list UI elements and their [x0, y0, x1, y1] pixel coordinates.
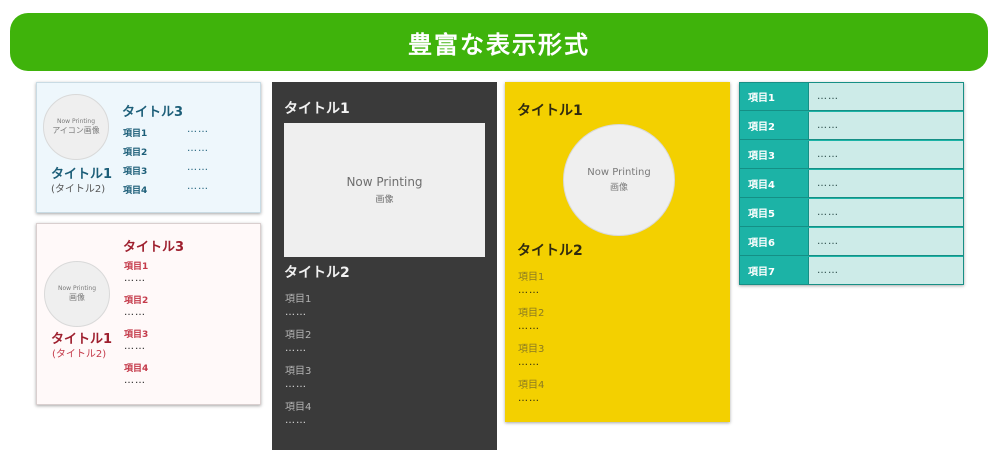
item-value: ……	[285, 415, 307, 426]
placeholder-label: アイコン画像	[52, 126, 100, 135]
row-label: 項目2	[740, 112, 808, 139]
item-label: 項目1	[518, 272, 545, 283]
item-value: ……	[124, 307, 146, 318]
table-row: 項目6 ……	[740, 228, 963, 256]
card-title-3: タイトル3	[122, 105, 184, 120]
table-row: 項目2 ……	[740, 112, 963, 140]
item-label: 項目2	[518, 308, 545, 319]
image-placeholder: Now Printing 画像	[44, 261, 110, 327]
card-title-1: タイトル1	[517, 103, 583, 119]
item-value: ……	[187, 143, 209, 154]
card-subtitle: (タイトル2)	[52, 349, 107, 360]
icon-image-placeholder: Now Printing アイコン画像	[43, 94, 109, 160]
placeholder-caption: Now Printing	[346, 175, 423, 189]
item-label: 項目1	[124, 262, 149, 272]
placeholder-caption: Now Printing	[587, 167, 651, 178]
item-value: ……	[124, 341, 146, 352]
row-value: ……	[808, 112, 963, 139]
item-value: ……	[124, 375, 146, 386]
row-label: 項目7	[740, 257, 808, 284]
item-label: 項目4	[123, 186, 148, 196]
item-value: ……	[518, 285, 540, 296]
row-label: 項目6	[740, 228, 808, 255]
card-subtitle: (タイトル2)	[51, 184, 106, 195]
item-value: ……	[285, 343, 307, 354]
item-label: 項目2	[124, 296, 149, 306]
item-label: 項目4	[518, 380, 545, 391]
item-label: 項目2	[285, 330, 312, 341]
item-value: ……	[285, 307, 307, 318]
item-label: 項目3	[285, 366, 312, 377]
table-row: 項目3 ……	[740, 141, 963, 169]
item-label: 項目1	[285, 294, 312, 305]
row-value: ……	[808, 228, 963, 255]
item-label: 項目2	[123, 148, 148, 158]
card-title-2: タイトル2	[517, 243, 583, 259]
placeholder-label: 画像	[609, 183, 628, 193]
card-title-1: タイトル1	[284, 101, 350, 117]
row-value: ……	[808, 83, 963, 110]
image-placeholder: Now Printing 画像	[284, 123, 485, 257]
item-label: 項目3	[518, 344, 545, 355]
item-label: 項目1	[123, 129, 148, 139]
row-value: ……	[808, 141, 963, 168]
banner-title: 豊富な表示形式	[408, 30, 590, 59]
item-value: ……	[187, 181, 209, 192]
row-value: ……	[808, 199, 963, 226]
placeholder-label: 画像	[69, 293, 85, 302]
placeholder-caption: Now Printing	[57, 285, 97, 292]
item-value: ……	[518, 357, 540, 368]
item-label: 項目4	[124, 364, 149, 374]
card-dark-image: タイトル1 Now Printing 画像 タイトル2 項目1 …… 項目2 ……	[272, 82, 497, 450]
card-yellow-image: タイトル1 Now Printing 画像 タイトル2 項目1 …… 項目2 ……	[505, 82, 730, 422]
card-table-teal: 項目1 …… 項目2 …… 項目3 …… 項目4 …… 項目5 …… 項目6 ……	[739, 82, 964, 285]
item-value: ……	[285, 379, 307, 390]
card-title-3: タイトル3	[123, 240, 185, 255]
item-value: ……	[124, 273, 146, 284]
card-icon-blue: Now Printing アイコン画像 タイトル1 (タイトル2) タイトル3 …	[36, 82, 261, 213]
row-label: 項目3	[740, 141, 808, 168]
row-label: 項目5	[740, 199, 808, 226]
row-value: ……	[808, 170, 963, 197]
row-value: ……	[808, 257, 963, 284]
table-row: 項目1 ……	[740, 83, 963, 111]
item-value: ……	[518, 393, 540, 404]
item-value: ……	[187, 162, 209, 173]
placeholder-label: 画像	[375, 195, 394, 205]
item-value: ……	[518, 321, 540, 332]
item-label: 項目4	[285, 402, 312, 413]
item-value: ……	[187, 124, 209, 135]
row-label: 項目4	[740, 170, 808, 197]
image-placeholder: Now Printing 画像	[563, 124, 675, 236]
table-row: 項目7 ……	[740, 257, 963, 284]
item-label: 項目3	[124, 330, 149, 340]
row-label: 項目1	[740, 83, 808, 110]
table-row: 項目5 ……	[740, 199, 963, 227]
header-banner: 豊富な表示形式	[10, 13, 988, 71]
table-row: 項目4 ……	[740, 170, 963, 198]
card-title-2: タイトル2	[284, 265, 350, 281]
card-image-red: Now Printing 画像 タイトル1 (タイトル2) タイトル3 項目1 …	[36, 223, 261, 405]
item-label: 項目3	[123, 167, 148, 177]
placeholder-caption: Now Printing	[56, 118, 96, 125]
